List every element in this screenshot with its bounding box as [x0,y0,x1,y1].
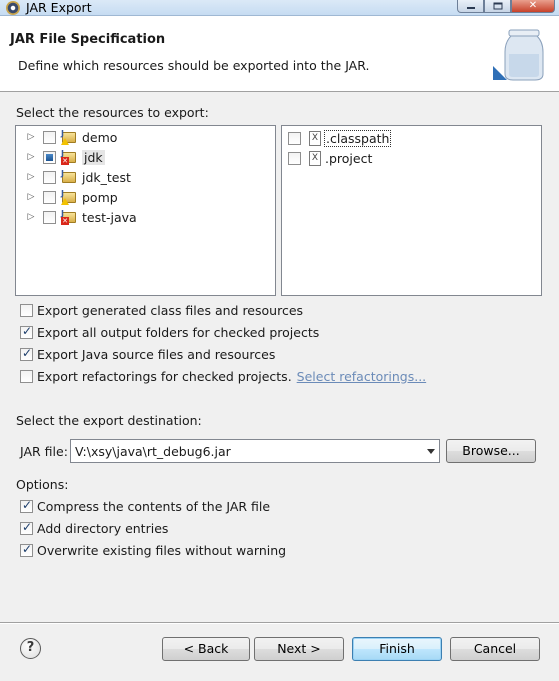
tree-item-label: jdk [82,149,105,165]
chevron-down-icon[interactable] [427,449,435,454]
files-list[interactable]: X .classpath X .project [281,125,542,296]
checkbox[interactable] [20,369,33,383]
overwrite-option[interactable]: Overwrite existing files without warning [20,541,286,559]
export-output-folders-option[interactable]: Export all output folders for checked pr… [20,323,319,341]
xml-file-icon: X [309,150,321,166]
option-label: Export Java source files and resources [37,346,276,362]
add-directory-option[interactable]: Add directory entries [20,519,168,537]
projects-tree[interactable]: ▷ J demo ▷ J ✕ jdk ▷ J jdk_test ▷ J pomp … [15,125,276,296]
checkbox[interactable] [288,151,301,165]
next-button[interactable]: Next > [254,637,344,661]
close-icon: ✕ [528,0,538,11]
java-project-icon: J [61,189,77,205]
tree-item-label: test-java [82,209,137,225]
option-label: Overwrite existing files without warning [37,542,287,558]
checkbox[interactable] [20,498,33,513]
checkbox[interactable] [20,346,33,361]
option-label: Compress the contents of the JAR file [37,498,271,514]
checkbox[interactable] [20,324,33,339]
destination-label: Select the export destination: [16,413,202,428]
expand-arrow-icon[interactable]: ▷ [24,132,38,142]
tree-item-demo[interactable]: ▷ J demo [24,127,117,147]
jar-file-combo[interactable]: V:\xsy\java\rt_debug6.jar [70,439,440,463]
java-project-icon: J ✕ [61,209,77,225]
tree-item-label: jdk_test [82,169,131,185]
checkbox[interactable] [43,130,56,144]
back-button[interactable]: < Back [162,637,250,661]
expand-arrow-icon[interactable]: ▷ [24,172,38,182]
page-description: Define which resources should be exporte… [18,58,370,73]
file-item-label: .classpath [323,129,392,147]
expand-arrow-icon[interactable]: ▷ [24,192,38,202]
help-icon[interactable]: ? [20,638,41,659]
compress-option[interactable]: Compress the contents of the JAR file [20,497,270,515]
expand-arrow-icon[interactable]: ▷ [24,152,38,162]
jar-file-label: JAR file: [20,444,68,459]
tree-item-jdk-test[interactable]: ▷ J jdk_test [24,167,131,187]
resources-label: Select the resources to export: [16,105,209,120]
eclipse-icon [6,1,20,15]
tree-item-label: demo [82,129,118,145]
option-label: Add directory entries [37,520,169,536]
option-label: Export refactorings for checked projects… [37,368,292,384]
title-bar: JAR Export ✕ [0,0,559,16]
file-item-classpath[interactable]: X .classpath [288,128,392,148]
finish-button[interactable]: Finish [352,637,442,661]
tree-item-pomp[interactable]: ▷ J pomp [24,187,118,207]
window-controls: ✕ [457,0,555,13]
java-project-icon: J [61,169,77,185]
minimize-button[interactable] [457,0,484,13]
file-item-label: .project [325,150,373,166]
xml-file-icon: X [309,130,321,146]
checkbox[interactable] [288,131,301,145]
browse-button[interactable]: Browse... [446,439,536,463]
close-button[interactable]: ✕ [511,0,555,13]
export-java-source-option[interactable]: Export Java source files and resources [20,345,275,363]
minimize-icon [466,7,475,9]
page-title: JAR File Specification [10,32,166,47]
export-class-files-option[interactable]: Export generated class files and resourc… [20,301,303,319]
button-bar-separator [0,622,559,624]
java-project-icon: J [61,129,77,145]
tree-item-label: pomp [82,189,118,205]
option-label: Export all output folders for checked pr… [37,324,320,340]
options-label: Options: [16,477,69,492]
window-title: JAR Export [26,0,92,15]
export-refactorings-option[interactable]: Export refactorings for checked projects… [20,367,426,385]
checkbox[interactable] [20,542,33,557]
checkbox[interactable] [43,150,56,164]
file-item-project[interactable]: X .project [288,148,372,168]
wizard-header: JAR File Specification Define which reso… [0,16,559,92]
checkbox[interactable] [20,303,33,317]
tree-item-jdk[interactable]: ▷ J ✕ jdk [24,147,105,167]
expand-arrow-icon[interactable]: ▷ [24,212,38,222]
tree-item-test-java[interactable]: ▷ J ✕ test-java [24,207,137,227]
checkbox[interactable] [43,210,56,224]
cancel-button[interactable]: Cancel [450,637,540,661]
maximize-button[interactable] [484,0,511,13]
checkbox[interactable] [43,170,56,184]
java-project-icon: J ✕ [61,149,77,165]
checkbox[interactable] [20,520,33,535]
checkbox[interactable] [43,190,56,204]
jar-icon [493,29,544,81]
jar-file-value: V:\xsy\java\rt_debug6.jar [75,444,231,459]
select-refactorings-link[interactable]: Select refactorings... [297,369,426,384]
maximize-icon [493,2,502,10]
option-label: Export generated class files and resourc… [37,302,304,318]
